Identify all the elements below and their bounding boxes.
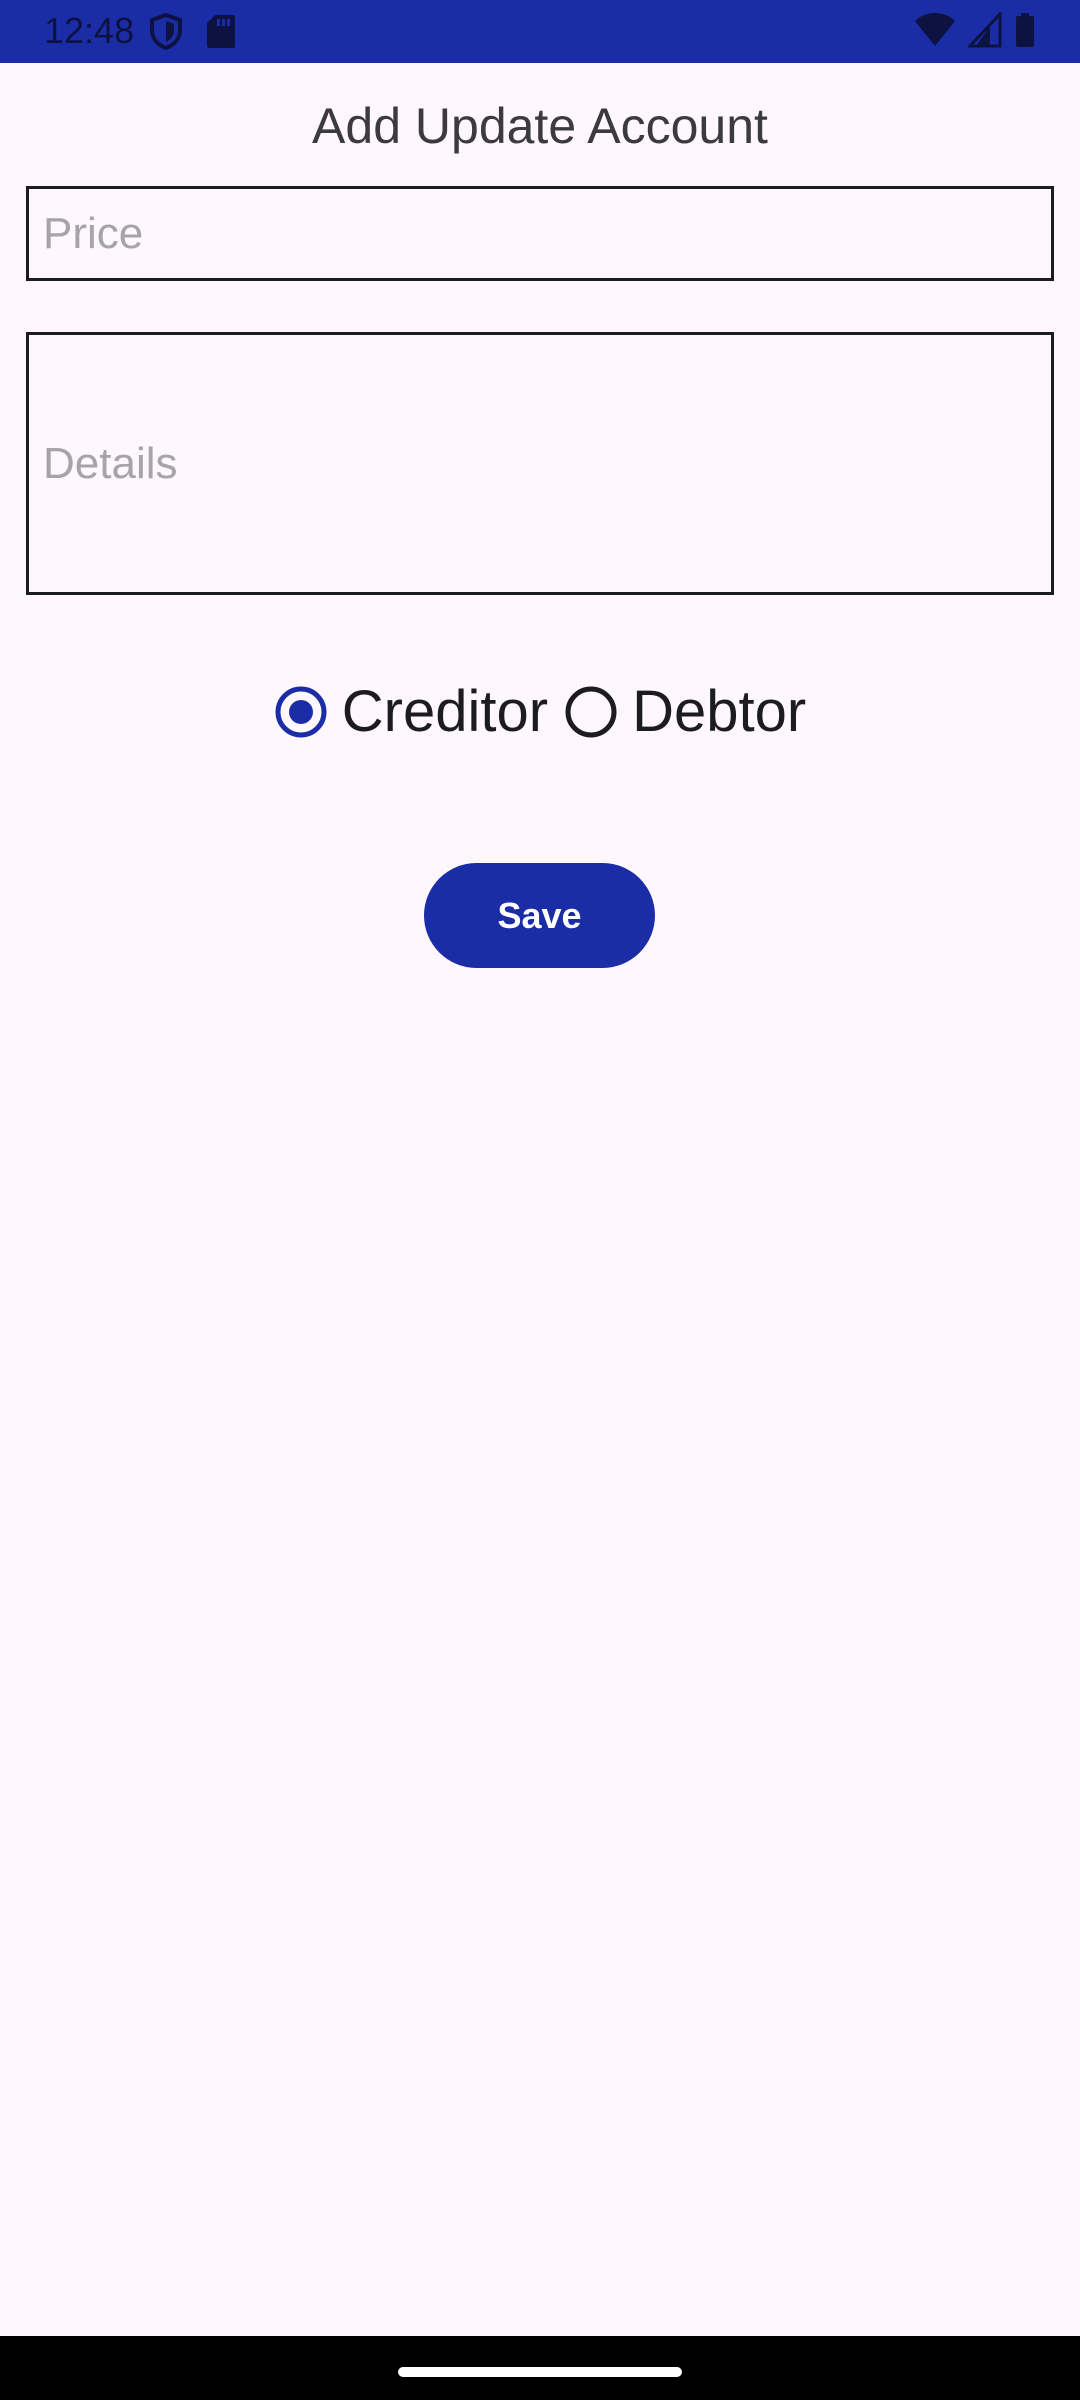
page-title: Add Update Account	[312, 98, 768, 154]
cell-signal-icon	[966, 10, 1002, 53]
wifi-icon	[914, 12, 956, 53]
save-button[interactable]: Save	[424, 863, 655, 968]
creditor-radio-option[interactable]: Creditor	[274, 672, 548, 752]
status-bar: 12:48	[0, 0, 1080, 63]
battery-icon	[1014, 12, 1036, 53]
status-left-icons	[148, 12, 236, 55]
sd-card-icon	[206, 13, 236, 54]
status-time: 12:48	[44, 10, 135, 51]
vpn-shield-icon	[148, 12, 184, 55]
debtor-label: Debtor	[632, 679, 807, 744]
radio-selected-icon[interactable]	[274, 685, 328, 739]
navigation-bar	[0, 2336, 1080, 2400]
home-gesture-handle[interactable]	[398, 2367, 682, 2377]
status-right-icons	[914, 10, 1036, 53]
account-type-radio-group: Creditor Debtor	[0, 672, 1080, 752]
price-input[interactable]	[26, 186, 1054, 281]
debtor-radio-option[interactable]: Debtor	[564, 672, 806, 752]
creditor-label: Creditor	[341, 679, 549, 744]
details-input[interactable]	[26, 332, 1054, 595]
radio-unselected-icon[interactable]	[564, 685, 618, 739]
